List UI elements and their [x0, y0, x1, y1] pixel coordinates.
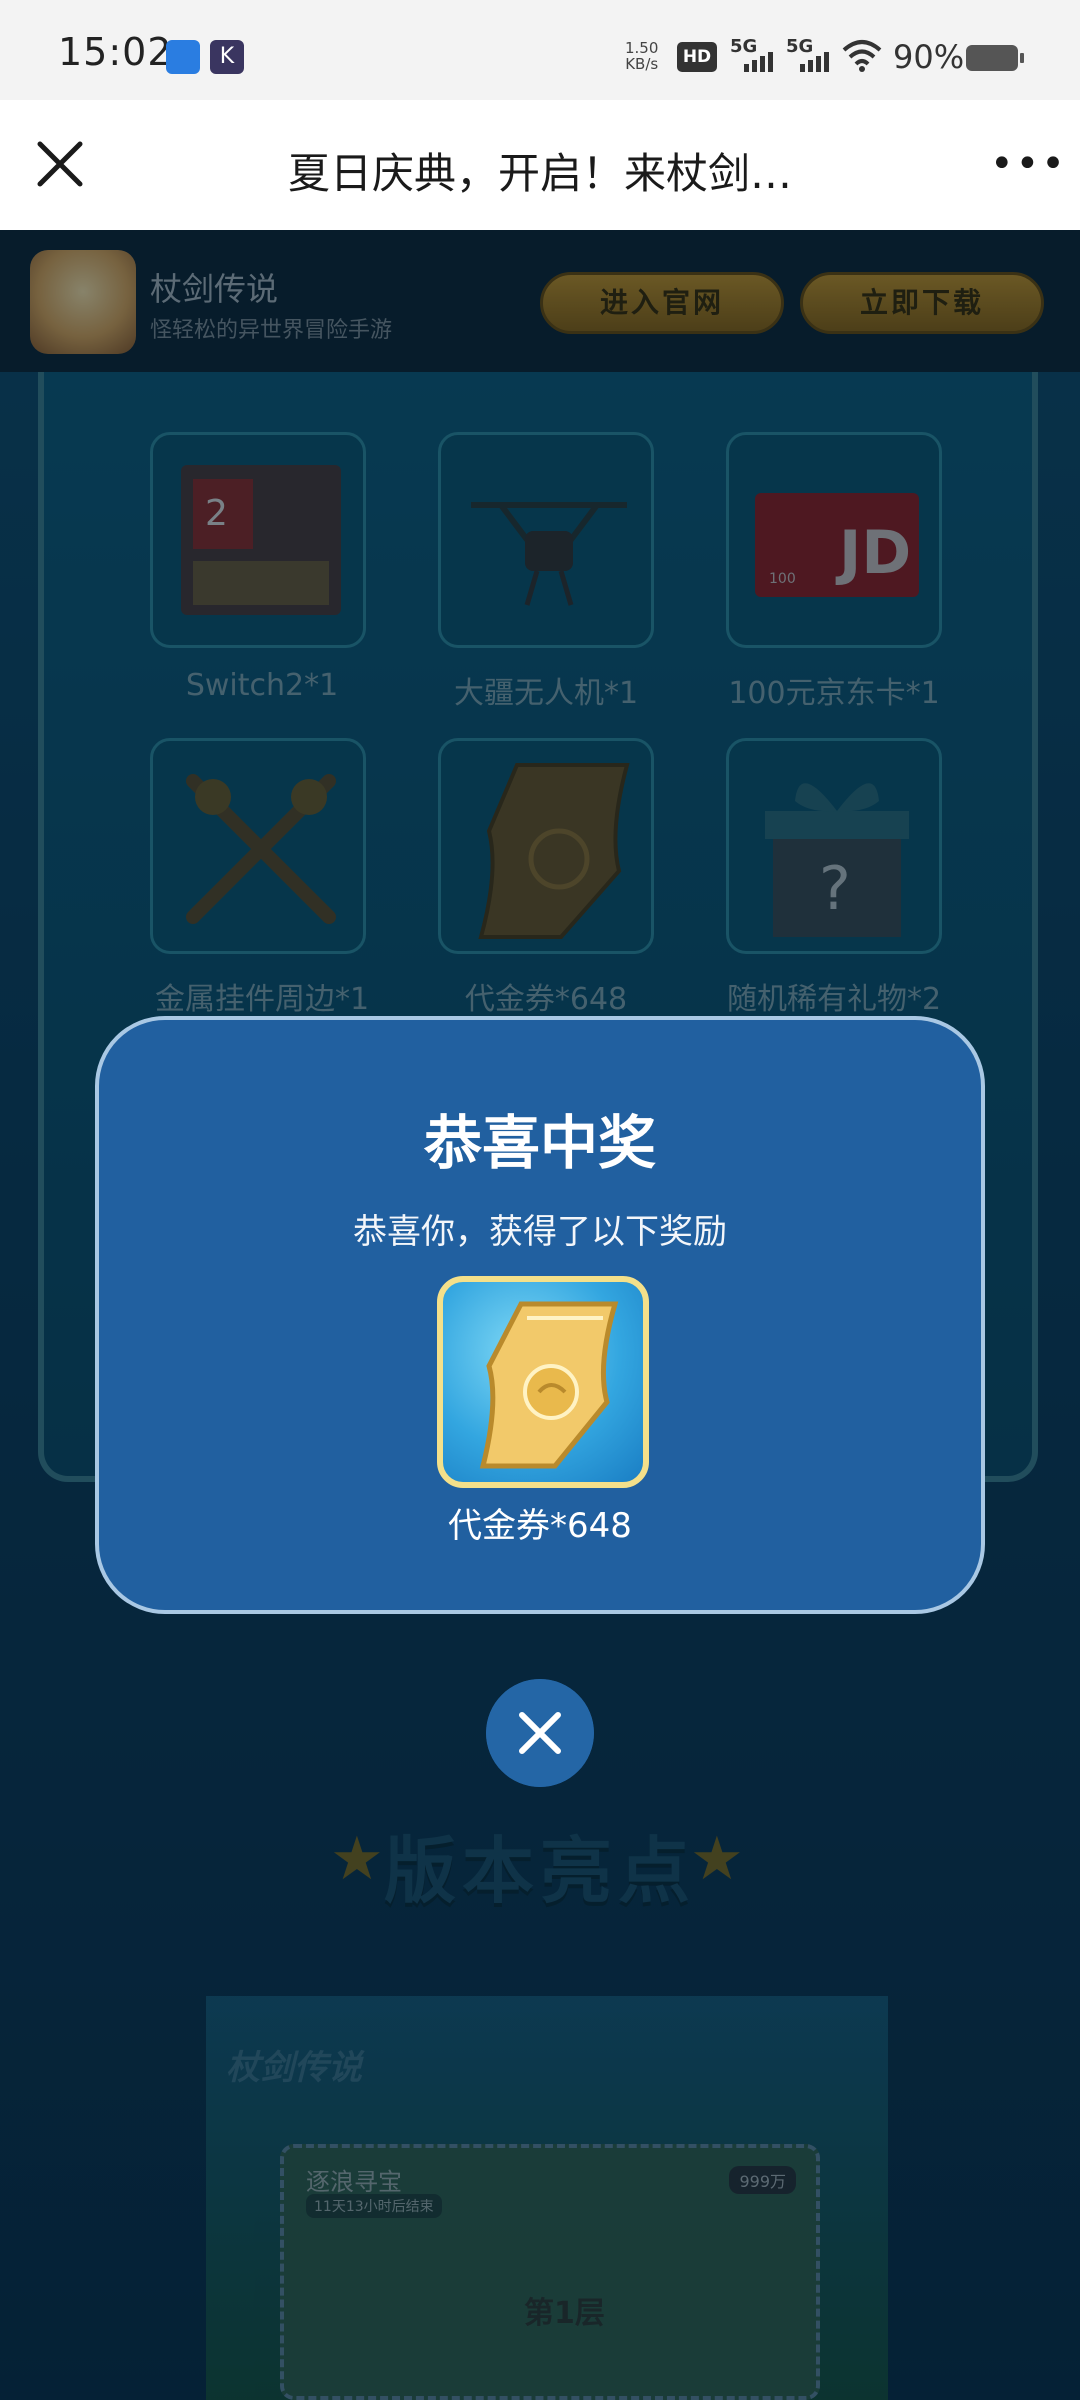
- close-icon[interactable]: [30, 134, 90, 194]
- kuaishou-notification-icon: K: [210, 40, 244, 74]
- reward-label: 代金券*648: [448, 1506, 632, 1546]
- net-speed-unit: KB/s: [625, 55, 659, 73]
- net-speed: 1.50 KB/s: [625, 40, 658, 72]
- battery-icon: [966, 45, 1024, 71]
- close-icon[interactable]: [486, 1679, 594, 1787]
- nav-header: 夏日庆典，开启！来杖剑… •••: [0, 100, 1080, 230]
- status-time: 15:02: [58, 30, 173, 74]
- battery-percent: 90%: [893, 38, 965, 76]
- reward-card: [437, 1276, 649, 1488]
- more-icon[interactable]: •••: [990, 144, 1065, 184]
- modal-subtitle: 恭喜你，获得了以下奖励: [353, 1212, 727, 1252]
- page-title: 夏日庆典，开启！来杖剑…: [287, 149, 792, 198]
- net-speed-value: 1.50: [625, 39, 659, 57]
- signal-icon: 5G: [730, 36, 782, 74]
- voucher-icon: [479, 1301, 619, 1469]
- wifi-icon: [842, 40, 882, 72]
- hd-icon: HD: [677, 42, 717, 72]
- prize-modal: 恭喜中奖 恭喜你，获得了以下奖励 代金券*648: [95, 1016, 985, 1614]
- signal-icon: 5G: [786, 36, 838, 74]
- status-bar: 15:02 K 1.50 KB/s HD 5G 5G 90%: [0, 0, 1080, 100]
- app-notification-icon: [166, 40, 200, 74]
- modal-title: 恭喜中奖: [423, 1109, 656, 1177]
